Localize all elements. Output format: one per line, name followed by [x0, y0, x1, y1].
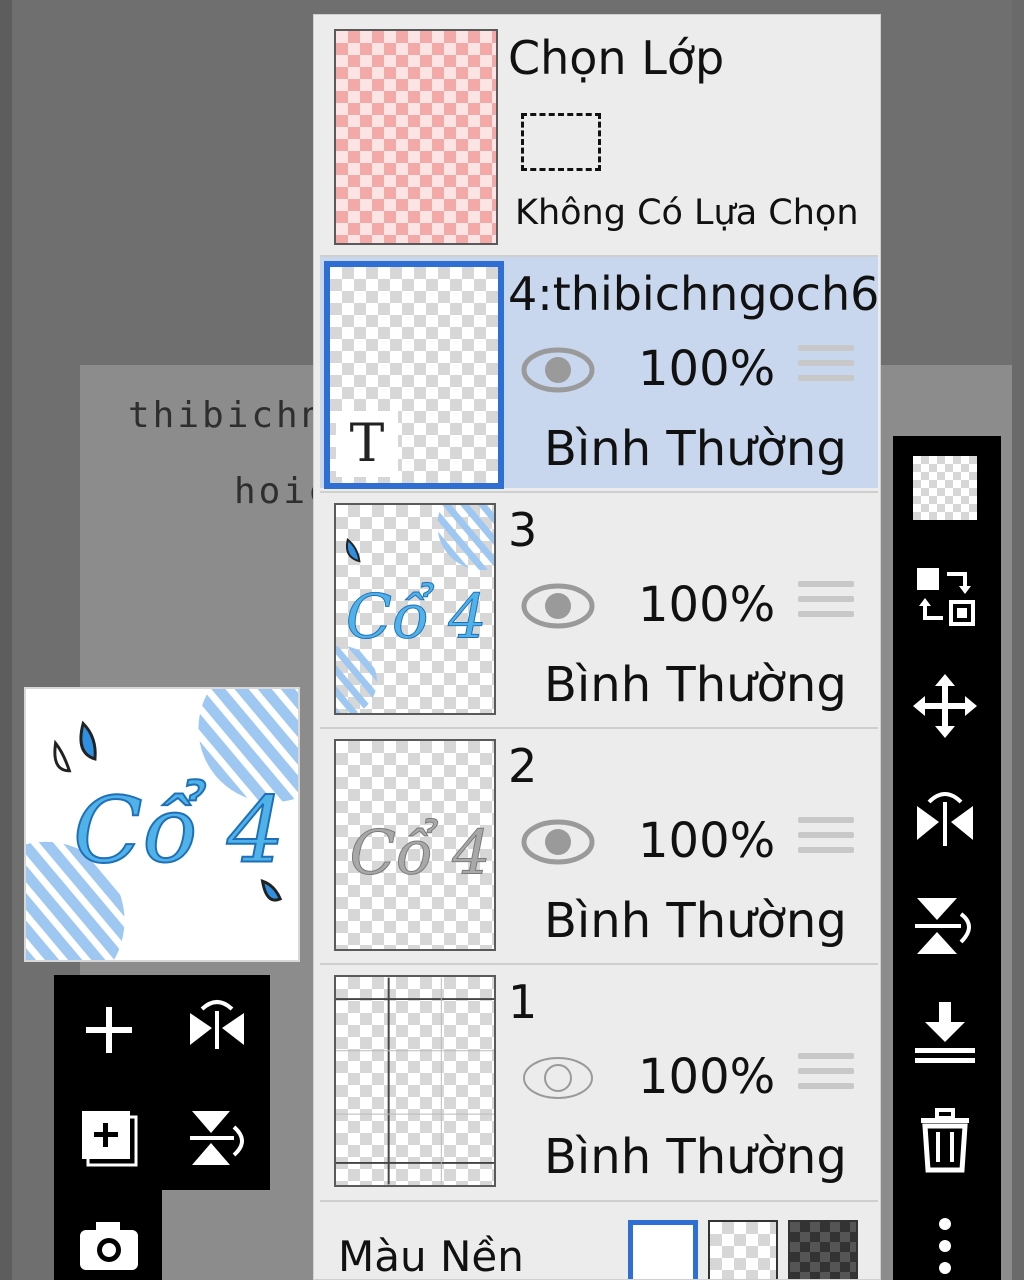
- layer-thumbnail: T: [324, 261, 504, 489]
- bg-swatch-white[interactable]: [628, 1220, 698, 1279]
- layer-art-preview: Cổ 4: [349, 818, 491, 889]
- layer-row-1[interactable]: 1 100% Bình Thường: [320, 963, 878, 1196]
- left-toolbar-lower: [54, 1190, 162, 1280]
- blend-mode[interactable]: Bình Thường: [544, 1129, 847, 1185]
- layer-opacity[interactable]: 100%: [638, 1049, 775, 1105]
- layer-opacity[interactable]: 100%: [638, 813, 775, 869]
- add-layer-icon: [86, 1007, 132, 1053]
- blend-mode[interactable]: Bình Thường: [544, 893, 847, 949]
- frame-edge-left: [0, 0, 12, 1280]
- selection-layer-row[interactable]: Chọn Lớp Không Có Lựa Chọn: [314, 15, 876, 255]
- add-layer-button[interactable]: [74, 995, 144, 1065]
- layer-opacity[interactable]: 100%: [638, 341, 775, 397]
- delete-layer-button[interactable]: [911, 1106, 979, 1174]
- drag-handle-icon[interactable]: [798, 1053, 854, 1097]
- layer-row-3[interactable]: Cổ 4 3 100% Bình Thường: [314, 480, 878, 724]
- transparency-button[interactable]: [911, 454, 979, 522]
- layer-name: 1: [508, 975, 538, 1029]
- drag-handle-icon[interactable]: [798, 345, 854, 389]
- more-icon: [939, 1218, 951, 1274]
- layer-art-text: Cổ 4: [350, 818, 491, 888]
- bg-swatch-transparent[interactable]: [708, 1220, 778, 1279]
- layer-thumbnail: Cổ 4: [314, 480, 528, 717]
- text-layer-badge: T: [336, 411, 398, 477]
- duplicate-layer-icon: [82, 1111, 138, 1167]
- layer-art-preview: Cổ 4: [314, 480, 528, 717]
- layer-opacity[interactable]: 100%: [638, 577, 775, 633]
- swap-layer-icon: [917, 568, 975, 626]
- selection-status: Không Có Lựa Chọn: [515, 193, 859, 233]
- grid-guides-preview: [336, 977, 494, 1185]
- flip-vertical-button[interactable]: [911, 892, 979, 960]
- blend-mode[interactable]: Bình Thường: [544, 657, 847, 713]
- flip-vertical-icon: [190, 1111, 244, 1165]
- left-toolbar: [54, 975, 270, 1190]
- trash-icon: [921, 1108, 969, 1173]
- frame-edge-right: [1012, 0, 1024, 1280]
- selection-marquee-icon: [521, 113, 601, 171]
- bg-swatch-dark[interactable]: [788, 1220, 858, 1279]
- layer-panel: Chọn Lớp Không Có Lựa Chọn T 4:thibichng…: [313, 14, 881, 1280]
- flip-horizontal-button[interactable]: [911, 782, 979, 850]
- camera-button[interactable]: [74, 1208, 144, 1278]
- more-options-button[interactable]: [911, 1212, 979, 1280]
- flip-vertical-button[interactable]: [182, 1103, 252, 1173]
- flip-horizontal-icon: [917, 792, 973, 846]
- layer-row-2[interactable]: Cổ 4 2 100% Bình Thường: [320, 727, 878, 960]
- layer-row-4[interactable]: T 4:thibichngoch68 100% Bình Thường: [320, 255, 878, 489]
- layer-thumbnail: Cổ 4: [334, 739, 496, 951]
- visibility-eye-icon[interactable]: [520, 345, 596, 395]
- background-color-row: Màu Nền: [320, 1200, 878, 1280]
- flip-horizontal-icon: [190, 1000, 244, 1049]
- flip-horizontal-button[interactable]: [182, 993, 252, 1063]
- move-button[interactable]: [911, 672, 979, 740]
- right-toolbar: [893, 436, 1001, 1280]
- merge-down-button[interactable]: [911, 998, 979, 1066]
- preview-artwork: Cổ 4: [26, 689, 298, 960]
- move-icon: [913, 674, 977, 738]
- layer-name: 3: [508, 503, 538, 557]
- layer-name: 2: [508, 739, 538, 793]
- flip-vertical-icon: [915, 898, 971, 954]
- visibility-eye-icon[interactable]: [520, 581, 596, 631]
- selection-thumbnail: [334, 29, 498, 245]
- preview-art-text: Cổ 4: [73, 778, 284, 883]
- background-color-label: Màu Nền: [338, 1232, 524, 1280]
- camera-icon: [80, 1222, 138, 1270]
- merge-down-icon: [915, 1002, 975, 1063]
- transparency-icon: [913, 456, 977, 520]
- visibility-eye-off-icon[interactable]: [520, 1053, 596, 1103]
- canvas-preview[interactable]: Cổ 4: [24, 687, 300, 962]
- drag-handle-icon[interactable]: [798, 581, 854, 625]
- layer-thumbnail: [334, 975, 496, 1187]
- layer-art-text: Cổ 4: [346, 582, 487, 652]
- swap-layer-button[interactable]: [911, 562, 979, 630]
- drag-handle-icon[interactable]: [798, 817, 854, 861]
- layer-name: 4:thibichngoch68: [508, 267, 878, 321]
- selection-title: Chọn Lớp: [508, 31, 725, 85]
- blend-mode[interactable]: Bình Thường: [544, 421, 847, 477]
- visibility-eye-icon[interactable]: [520, 817, 596, 867]
- duplicate-layer-button[interactable]: [74, 1103, 144, 1173]
